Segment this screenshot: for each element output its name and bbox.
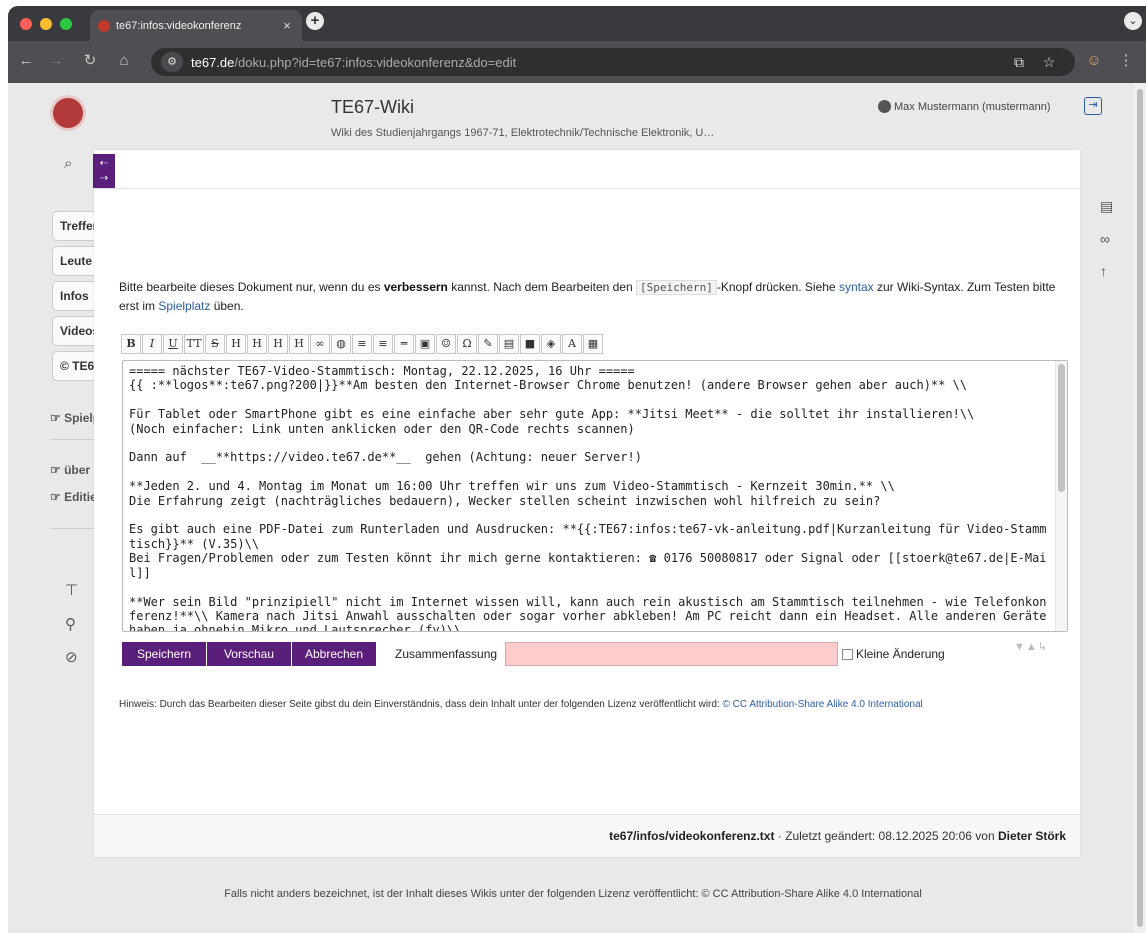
editor-text[interactable]: ===== nächster TE67-Video-Stammtisch: Mo… (123, 361, 1053, 631)
horizontal-rule-button[interactable]: ═ (394, 334, 414, 354)
wiki-text-editor[interactable]: ===== nächster TE67-Video-Stammtisch: Mo… (122, 360, 1068, 632)
cast-icon[interactable]: ⧉ (1009, 52, 1029, 72)
new-tab-button[interactable]: + (306, 12, 324, 30)
wiki-page: TE67-Wiki Wiki des Studienjahrgangs 1967… (8, 83, 1146, 933)
sidebar-toggle-button[interactable]: ⇠ ⇢ (93, 154, 115, 188)
page-changed-text: · Zuletzt geändert: 08.12.2025 20:06 von (774, 829, 998, 843)
special-chars-button[interactable]: Ω (457, 334, 477, 354)
user-info[interactable]: Max Mustermann (mustermann) (878, 100, 1051, 113)
internal-link-button[interactable]: ∞ (310, 334, 330, 354)
sitemap-icon[interactable]: ⊤ (65, 581, 78, 599)
page-scrollbar-thumb[interactable] (1137, 89, 1143, 927)
intro-text: kannst. Nach dem Bearbeiten den (447, 280, 636, 294)
wiki-title[interactable]: TE67-Wiki (331, 97, 414, 118)
monospace-button[interactable]: TT (184, 334, 204, 354)
checkbox-box[interactable] (842, 648, 853, 660)
site-info-icon[interactable]: ⚙ (161, 52, 183, 72)
unordered-list-button[interactable]: ≡ (373, 334, 393, 354)
page-scrollbar[interactable] (1134, 83, 1146, 933)
summary-label: Zusammenfassung (395, 647, 498, 661)
address-bar[interactable]: ⚙ te67.de /doku.php?id=te67:infos:videok… (151, 48, 1075, 76)
save-button[interactable]: Speichern (122, 642, 206, 666)
user-icon (878, 100, 891, 113)
tab-title: te67:infos:videokonferenz (116, 19, 242, 32)
browser-menu-icon[interactable]: ⋮ (1116, 51, 1136, 71)
backlinks-icon[interactable]: ∞ (1100, 231, 1110, 247)
editor-toolbar: B I U TT S H H H H ∞ ◍ ≡ ≡ ═ ▣ ☺ Ω ✎ ▤ ■ ◈ A ▦ (121, 334, 603, 356)
text-color-button[interactable]: A (562, 334, 582, 354)
cancel-button[interactable]: Abbrechen (292, 642, 376, 666)
reload-icon[interactable]: ↻ (80, 51, 100, 71)
intro-bold: verbessern (383, 280, 448, 294)
heading-lower-button[interactable]: H (247, 334, 267, 354)
forward-icon[interactable]: → (46, 51, 66, 71)
minor-change-checkbox[interactable]: Kleine Änderung (842, 647, 945, 661)
heading-higher-button[interactable]: H (268, 334, 288, 354)
license-notice: Hinweis: Durch das Bearbeiten dieser Sei… (119, 699, 923, 710)
card-divider (94, 188, 1080, 189)
external-link-button[interactable]: ◍ (331, 334, 351, 354)
intro-text: üben. (210, 299, 244, 313)
italic-button[interactable]: I (142, 334, 162, 354)
back-to-top-icon[interactable]: ↑ (1100, 263, 1107, 279)
syntax-link[interactable]: syntax (839, 280, 874, 294)
page-file-name: te67/infos/videokonferenz.txt (609, 829, 775, 843)
block-button[interactable]: ■ (520, 334, 540, 354)
bookmark-star-icon[interactable]: ☆ (1039, 52, 1059, 72)
resize-editor-icons[interactable]: ▼▲↳ (1014, 640, 1048, 653)
intro-kbd: [Speichern] (636, 280, 717, 295)
smiley-button[interactable]: ☺ (436, 334, 456, 354)
browser-window: te67:infos:videokonferenz × + ⌄ ← → ↻ ⌂ … (8, 6, 1146, 933)
license-link[interactable]: © CC Attribution-Share Alike 4.0 Interna… (723, 699, 923, 710)
preview-button[interactable]: Vorschau (207, 642, 291, 666)
ordered-list-button[interactable]: ≡ (352, 334, 372, 354)
spielplatz-link[interactable]: Spielplatz (158, 299, 210, 313)
home-icon[interactable]: ⌂ (114, 51, 134, 71)
editor-scrollbar[interactable] (1055, 361, 1067, 631)
url-host: te67.de (191, 54, 235, 70)
search-icon[interactable]: ⌕ (64, 155, 72, 172)
summary-input[interactable] (505, 642, 838, 666)
content-card: ⇠ ⇢ Bitte bearbeite dieses Dokument nur, … (93, 150, 1080, 857)
media-button[interactable]: ▤ (499, 334, 519, 354)
logout-icon[interactable]: ⇥ (1084, 97, 1102, 115)
close-window-button[interactable] (20, 18, 32, 30)
editor-scrollbar-thumb[interactable] (1058, 364, 1065, 492)
site-license-footer: Falls nicht anders bezeichnet, ist der I… (224, 888, 922, 900)
wiki-logo[interactable] (50, 95, 86, 131)
underline-button[interactable]: U (163, 334, 183, 354)
tab-close-icon[interactable]: × (280, 18, 294, 33)
wiki-subtitle: Wiki des Studienjahrgangs 1967-71, Elekt… (331, 127, 715, 139)
table-button[interactable]: ▦ (583, 334, 603, 354)
image-button[interactable]: ▣ (415, 334, 435, 354)
page-author[interactable]: Dieter Störk (998, 829, 1066, 843)
edit-intro: Bitte bearbeite dieses Dokument nur, wen… (119, 278, 1064, 315)
strikethrough-button[interactable]: S (205, 334, 225, 354)
user-name: Max Mustermann (mustermann) (894, 100, 1051, 113)
user-admin-icon[interactable]: ⚲ (65, 615, 76, 633)
back-icon[interactable]: ← (16, 51, 36, 71)
maximize-window-button[interactable] (60, 18, 72, 30)
intro-text: Bitte bearbeite dieses Dokument nur, wen… (119, 280, 384, 294)
extension-icon[interactable]: ☺ (1084, 51, 1104, 71)
signature-button[interactable]: ✎ (478, 334, 498, 354)
compass-icon[interactable]: ⊘ (65, 648, 78, 666)
show-page-icon[interactable]: ▤ (1100, 198, 1113, 215)
plugin-button[interactable]: ◈ (541, 334, 561, 354)
favicon-icon (98, 19, 110, 32)
browser-toolbar: ← → ↻ ⌂ ⚙ te67.de /doku.php?id=te67:info… (8, 41, 1146, 83)
heading-menu-button[interactable]: H (289, 334, 309, 354)
notice-text: Hinweis: Durch das Bearbeiten dieser Sei… (119, 699, 723, 710)
minimize-window-button[interactable] (40, 18, 52, 30)
heading-same-button[interactable]: H (226, 334, 246, 354)
bold-button[interactable]: B (121, 334, 141, 354)
tab-strip: te67:infos:videokonferenz × + ⌄ (8, 6, 1146, 41)
intro-text: -Knopf drücken. Siehe (716, 280, 839, 294)
browser-tab[interactable]: te67:infos:videokonferenz × (90, 10, 302, 41)
page-info: te67/infos/videokonferenz.txt · Zuletzt … (94, 814, 1080, 857)
minor-change-label: Kleine Änderung (856, 647, 945, 661)
url-path: /doku.php?id=te67:infos:videokonferenz&d… (234, 54, 517, 70)
tab-search-button[interactable]: ⌄ (1124, 12, 1142, 30)
